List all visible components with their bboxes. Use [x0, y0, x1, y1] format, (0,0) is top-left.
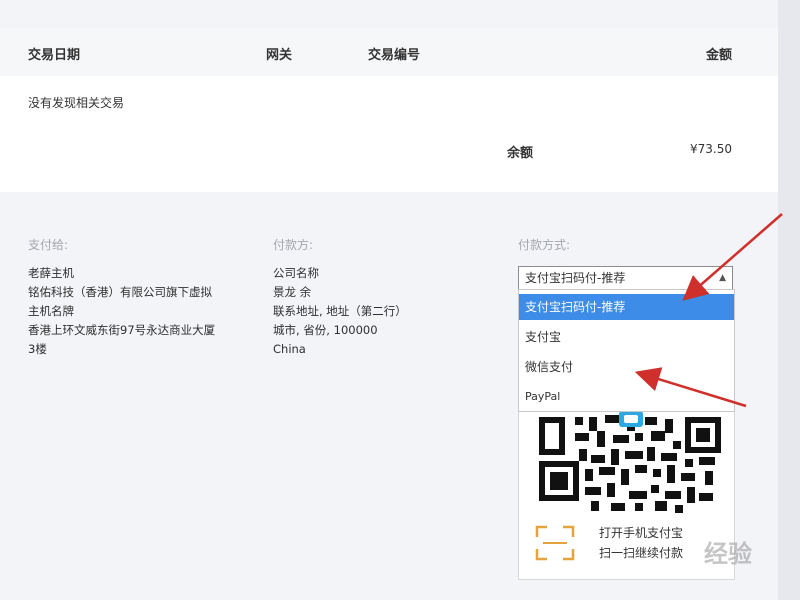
column-header-gateway: 网关 [266, 48, 293, 63]
payer-line: 联系地址, 地址（第二行） [273, 304, 407, 318]
column-header-transaction-id: 交易编号 [368, 48, 421, 63]
vertical-scrollbar[interactable] [778, 0, 800, 600]
payer-line: 城市, 省份, 100000 [273, 323, 378, 337]
pay-to-line: 铭佑科技（香港）有限公司旗下虚拟 [28, 285, 212, 299]
pay-to-line: 主机名牌 [28, 304, 74, 318]
watermark-text: 经验 [704, 540, 752, 568]
payment-option-paypal[interactable]: PayPal [519, 388, 734, 406]
table-balance-row [0, 126, 778, 192]
payment-method-dropdown: 支付宝扫码付-推荐 支付宝 微信支付 PayPal [518, 289, 735, 412]
payment-option-wechat-pay[interactable]: 微信支付 [519, 358, 734, 376]
payment-method-title: 付款方式: [518, 238, 571, 252]
payer-line: 景龙 余 [273, 285, 312, 299]
column-header-date: 交易日期 [28, 48, 81, 63]
payer-title: 付款方: [273, 238, 314, 252]
pay-to-title: 支付给: [28, 238, 69, 252]
scan-icon [535, 525, 575, 561]
qr-instruction-line: 扫一扫继续付款 [599, 546, 684, 560]
payment-option-alipay[interactable]: 支付宝 [519, 328, 734, 346]
chevron-up-icon: ▲ [719, 273, 726, 283]
payer-line: China [273, 342, 306, 356]
pay-to-line: 老薛主机 [28, 266, 74, 280]
invoice-page: 交易日期 网关 交易编号 金额 没有发现相关交易 余额 ¥73.50 支付给: … [0, 0, 783, 600]
qr-code-card: 打开手机支付宝 扫一扫继续付款 [518, 406, 735, 580]
payment-method-select[interactable]: 支付宝扫码付-推荐 ▲ [518, 266, 733, 290]
payment-option-alipay-qr[interactable]: 支付宝扫码付-推荐 [519, 294, 734, 320]
balance-label: 余额 [507, 146, 534, 161]
no-transactions-message: 没有发现相关交易 [28, 96, 125, 110]
pay-to-address: 老薛主机 铭佑科技（香港）有限公司旗下虚拟 主机名牌 香港上环文威东街97号永达… [28, 264, 215, 359]
column-header-amount: 金额 [705, 48, 732, 63]
pay-to-line: 3楼 [28, 342, 47, 356]
qr-code-image [535, 411, 725, 515]
payer-line: 公司名称 [273, 266, 319, 280]
balance-value: ¥73.50 [690, 142, 732, 156]
payer-address: 公司名称 景龙 余 联系地址, 地址（第二行） 城市, 省份, 100000 C… [273, 264, 407, 359]
pay-to-line: 香港上环文威东街97号永达商业大厦 [28, 323, 216, 337]
qr-instructions: 打开手机支付宝 扫一扫继续付款 [599, 523, 683, 563]
payment-method-selected-value: 支付宝扫码付-推荐 [525, 271, 626, 285]
qr-instruction-line: 打开手机支付宝 [599, 526, 684, 540]
